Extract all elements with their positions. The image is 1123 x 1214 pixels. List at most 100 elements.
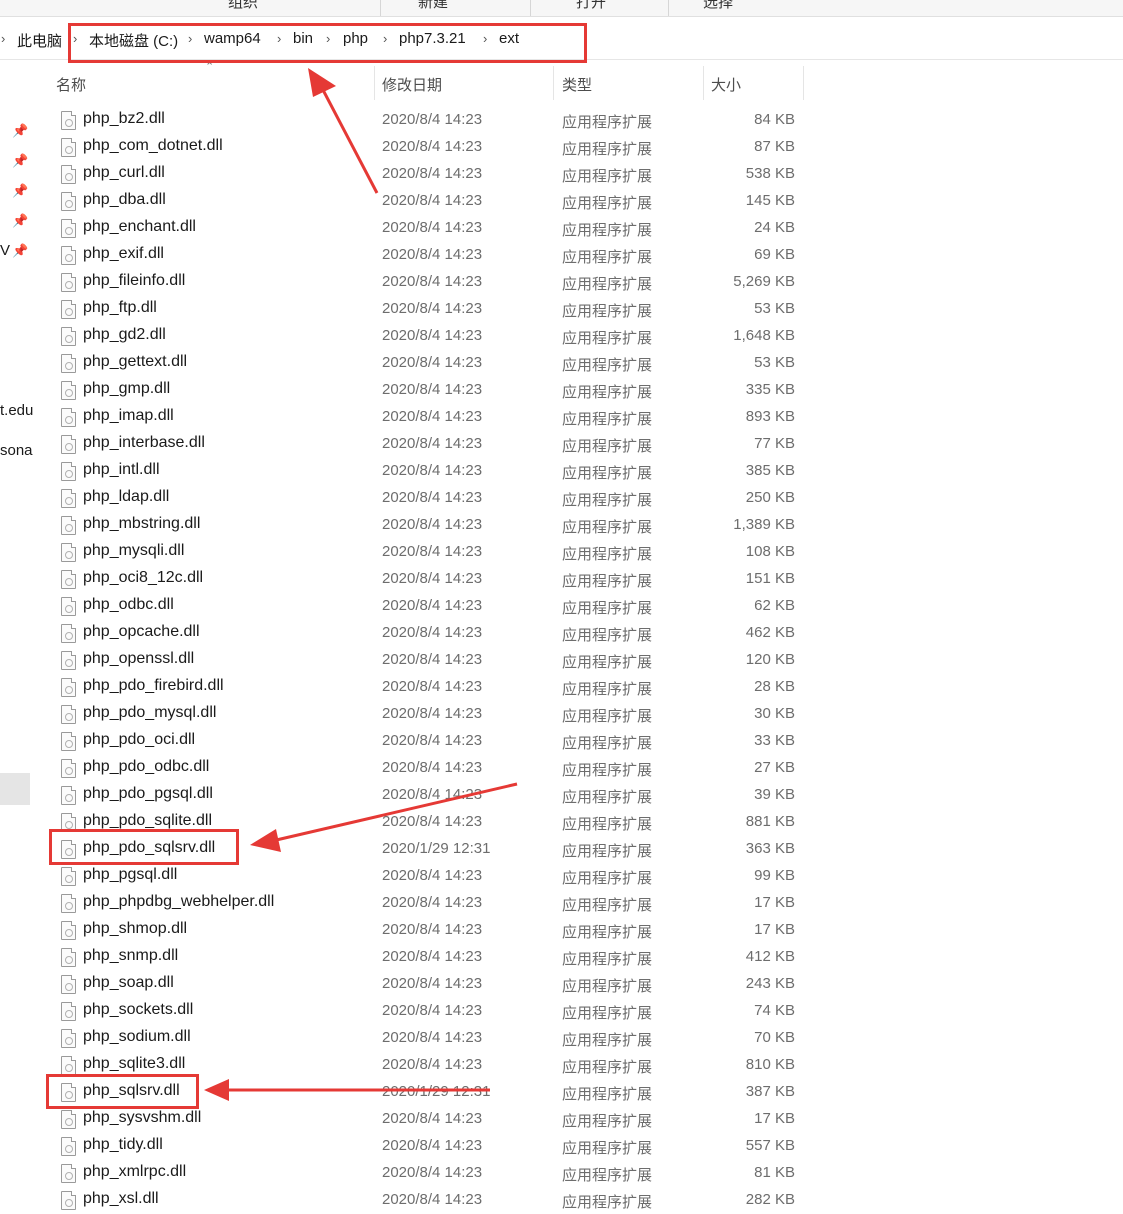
pin-icon[interactable]: 📌: [12, 243, 28, 259]
file-row[interactable]: php_pdo_oci.dll 2020/8/4 14:23 应用程序扩展 33 KB: [50, 728, 810, 755]
file-name[interactable]: php_oci8_12c.dll: [83, 569, 203, 587]
file-name[interactable]: php_gmp.dll: [83, 380, 170, 398]
ribbon-organize[interactable]: 组织: [228, 0, 258, 12]
column-divider[interactable]: [803, 66, 804, 100]
file-name[interactable]: php_ftp.dll: [83, 299, 157, 317]
nav-item-label[interactable]: V: [0, 242, 10, 259]
file-row[interactable]: php_gd2.dll 2020/8/4 14:23 应用程序扩展 1,648 KB: [50, 323, 810, 350]
file-row[interactable]: php_shmop.dll 2020/8/4 14:23 应用程序扩展 17 KB: [50, 917, 810, 944]
ribbon-new[interactable]: 新建: [418, 0, 448, 12]
file-row[interactable]: php_imap.dll 2020/8/4 14:23 应用程序扩展 893 KB: [50, 404, 810, 431]
file-name[interactable]: php_pgsql.dll: [83, 866, 177, 884]
file-row[interactable]: php_tidy.dll 2020/8/4 14:23 应用程序扩展 557 KB: [50, 1133, 810, 1160]
file-name[interactable]: php_imap.dll: [83, 407, 174, 425]
file-name[interactable]: php_pdo_pgsql.dll: [83, 785, 213, 803]
file-name[interactable]: php_pdo_odbc.dll: [83, 758, 209, 776]
file-name[interactable]: php_mbstring.dll: [83, 515, 200, 533]
file-row[interactable]: php_xsl.dll 2020/8/4 14:23 应用程序扩展 282 KB: [50, 1187, 810, 1214]
file-name[interactable]: php_tidy.dll: [83, 1136, 163, 1154]
file-name[interactable]: php_enchant.dll: [83, 218, 196, 236]
column-divider[interactable]: [553, 66, 554, 100]
pin-icon[interactable]: 📌: [12, 213, 28, 229]
file-row[interactable]: php_sysvshm.dll 2020/8/4 14:23 应用程序扩展 17 KB: [50, 1106, 810, 1133]
chevron-right-icon[interactable]: ›: [1, 31, 5, 46]
file-row[interactable]: php_soap.dll 2020/8/4 14:23 应用程序扩展 243 KB: [50, 971, 810, 998]
file-name[interactable]: php_pdo_mysql.dll: [83, 704, 216, 722]
file-name[interactable]: php_mysqli.dll: [83, 542, 184, 560]
file-row[interactable]: php_dba.dll 2020/8/4 14:23 应用程序扩展 145 KB: [50, 188, 810, 215]
file-type: 应用程序扩展: [562, 681, 653, 698]
file-row[interactable]: php_interbase.dll 2020/8/4 14:23 应用程序扩展 77 …: [50, 431, 810, 458]
file-row[interactable]: php_fileinfo.dll 2020/8/4 14:23 应用程序扩展 5,26…: [50, 269, 810, 296]
file-row[interactable]: php_bz2.dll 2020/8/4 14:23 应用程序扩展 84 KB: [50, 107, 810, 134]
file-name[interactable]: php_sockets.dll: [83, 1001, 193, 1019]
file-name[interactable]: php_bz2.dll: [83, 110, 165, 128]
file-name[interactable]: php_phpdbg_webhelper.dll: [83, 893, 274, 911]
file-name[interactable]: php_odbc.dll: [83, 596, 174, 614]
file-name[interactable]: php_pdo_sqlite.dll: [83, 812, 212, 830]
file-row[interactable]: php_ldap.dll 2020/8/4 14:23 应用程序扩展 250 KB: [50, 485, 810, 512]
file-name[interactable]: php_sodium.dll: [83, 1028, 191, 1046]
file-row[interactable]: php_pdo_odbc.dll 2020/8/4 14:23 应用程序扩展 27 K…: [50, 755, 810, 782]
file-name[interactable]: php_ldap.dll: [83, 488, 169, 506]
file-row[interactable]: php_opcache.dll 2020/8/4 14:23 应用程序扩展 462 K…: [50, 620, 810, 647]
file-row[interactable]: php_xmlrpc.dll 2020/8/4 14:23 应用程序扩展 81 KB: [50, 1160, 810, 1187]
file-row[interactable]: php_pdo_firebird.dll 2020/8/4 14:23 应用程序扩展…: [50, 674, 810, 701]
file-name[interactable]: php_openssl.dll: [83, 650, 194, 668]
file-row[interactable]: php_openssl.dll 2020/8/4 14:23 应用程序扩展 120 K…: [50, 647, 810, 674]
file-row[interactable]: php_oci8_12c.dll 2020/8/4 14:23 应用程序扩展 151 …: [50, 566, 810, 593]
column-header-date[interactable]: 修改日期: [382, 74, 442, 106]
file-name[interactable]: php_fileinfo.dll: [83, 272, 185, 290]
file-row[interactable]: php_intl.dll 2020/8/4 14:23 应用程序扩展 385 KB: [50, 458, 810, 485]
ribbon-open[interactable]: 打开: [576, 0, 606, 12]
file-row[interactable]: php_snmp.dll 2020/8/4 14:23 应用程序扩展 412 KB: [50, 944, 810, 971]
file-name[interactable]: php_gettext.dll: [83, 353, 187, 371]
file-name[interactable]: php_soap.dll: [83, 974, 174, 992]
column-divider[interactable]: [374, 66, 375, 100]
file-row[interactable]: php_odbc.dll 2020/8/4 14:23 应用程序扩展 62 KB: [50, 593, 810, 620]
nav-item-selected[interactable]: [0, 773, 30, 805]
file-row[interactable]: php_enchant.dll 2020/8/4 14:23 应用程序扩展 24 KB: [50, 215, 810, 242]
file-row[interactable]: php_gmp.dll 2020/8/4 14:23 应用程序扩展 335 KB: [50, 377, 810, 404]
file-row[interactable]: php_com_dotnet.dll 2020/8/4 14:23 应用程序扩展 87…: [50, 134, 810, 161]
file-name[interactable]: php_opcache.dll: [83, 623, 200, 641]
file-name[interactable]: php_xsl.dll: [83, 1190, 159, 1208]
breadcrumb-this-pc[interactable]: 此电脑: [17, 30, 62, 51]
file-name[interactable]: php_sysvshm.dll: [83, 1109, 201, 1127]
file-name[interactable]: php_pdo_oci.dll: [83, 731, 195, 749]
pin-icon[interactable]: 📌: [12, 153, 28, 169]
column-header-name[interactable]: 名称: [56, 74, 86, 106]
nav-item-label[interactable]: sona: [0, 442, 33, 459]
file-name[interactable]: php_intl.dll: [83, 461, 160, 479]
file-row[interactable]: php_sockets.dll 2020/8/4 14:23 应用程序扩展 74 KB: [50, 998, 810, 1025]
ribbon-select[interactable]: 选择: [703, 0, 733, 12]
column-divider[interactable]: [703, 66, 704, 100]
nav-item-label[interactable]: t.edu: [0, 402, 33, 419]
file-name[interactable]: php_exif.dll: [83, 245, 164, 263]
file-row[interactable]: php_pdo_mysql.dll 2020/8/4 14:23 应用程序扩展 30 …: [50, 701, 810, 728]
file-name[interactable]: php_interbase.dll: [83, 434, 205, 452]
file-row[interactable]: php_pgsql.dll 2020/8/4 14:23 应用程序扩展 99 KB: [50, 863, 810, 890]
file-row[interactable]: php_exif.dll 2020/8/4 14:23 应用程序扩展 69 KB: [50, 242, 810, 269]
file-name[interactable]: php_sqlite3.dll: [83, 1055, 185, 1073]
file-row[interactable]: php_phpdbg_webhelper.dll 2020/8/4 14:23 应用…: [50, 890, 810, 917]
file-name[interactable]: php_com_dotnet.dll: [83, 137, 223, 155]
file-row[interactable]: php_mbstring.dll 2020/8/4 14:23 应用程序扩展 1,38…: [50, 512, 810, 539]
file-name[interactable]: php_shmop.dll: [83, 920, 187, 938]
file-name[interactable]: php_dba.dll: [83, 191, 166, 209]
file-name[interactable]: php_snmp.dll: [83, 947, 178, 965]
file-row[interactable]: php_pdo_pgsql.dll 2020/8/4 14:23 应用程序扩展 39 …: [50, 782, 810, 809]
pin-icon[interactable]: 📌: [12, 183, 28, 199]
file-row[interactable]: php_sodium.dll 2020/8/4 14:23 应用程序扩展 70 KB: [50, 1025, 810, 1052]
file-name[interactable]: php_xmlrpc.dll: [83, 1163, 186, 1181]
column-header-size[interactable]: 大小: [711, 74, 741, 106]
file-row[interactable]: php_curl.dll 2020/8/4 14:23 应用程序扩展 538 KB: [50, 161, 810, 188]
file-row[interactable]: php_gettext.dll 2020/8/4 14:23 应用程序扩展 53 KB: [50, 350, 810, 377]
pin-icon[interactable]: 📌: [12, 123, 28, 139]
column-header-type[interactable]: 类型: [562, 74, 592, 106]
file-name[interactable]: php_gd2.dll: [83, 326, 166, 344]
file-name[interactable]: php_curl.dll: [83, 164, 165, 182]
file-row[interactable]: php_ftp.dll 2020/8/4 14:23 应用程序扩展 53 KB: [50, 296, 810, 323]
file-name[interactable]: php_pdo_firebird.dll: [83, 677, 224, 695]
file-row[interactable]: php_mysqli.dll 2020/8/4 14:23 应用程序扩展 108 KB: [50, 539, 810, 566]
